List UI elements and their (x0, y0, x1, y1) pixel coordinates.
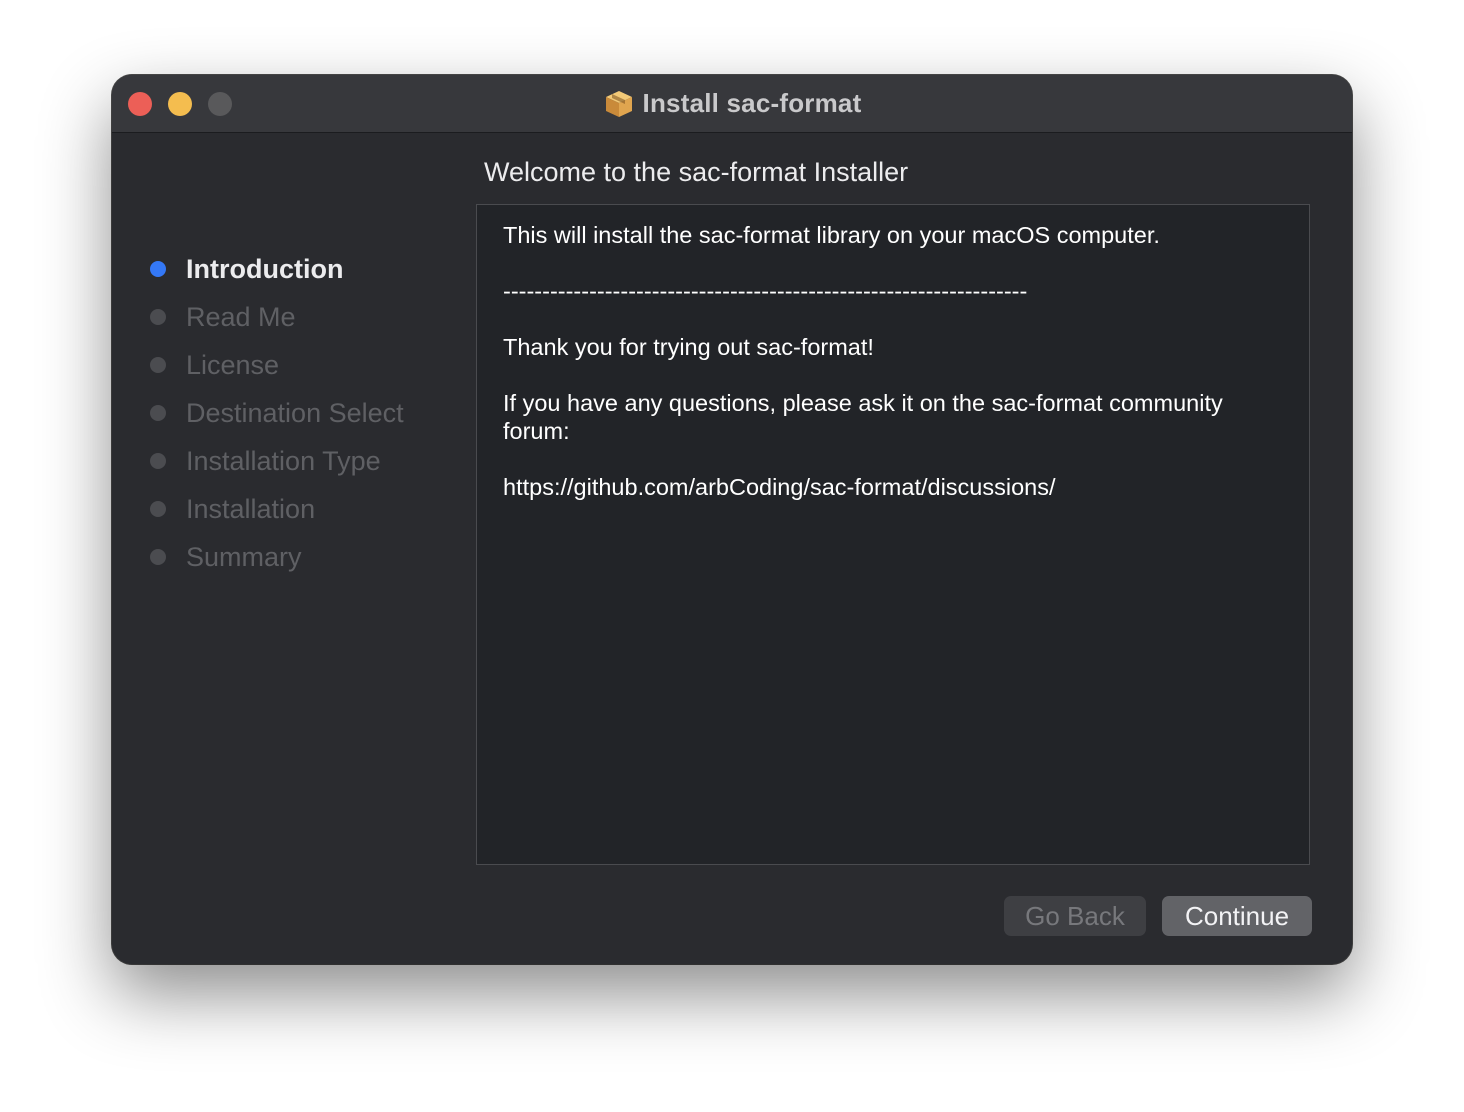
continue-button[interactable]: Continue (1162, 896, 1312, 936)
step-introduction: Introduction (150, 245, 470, 293)
step-label: Summary (186, 541, 302, 572)
step-indicator-dot (150, 261, 166, 277)
introduction-text-view[interactable]: This will install the sac-format library… (476, 204, 1310, 865)
step-installation-type: Installation Type (150, 437, 470, 485)
step-label: Destination Select (186, 397, 404, 428)
step-label: Introduction (186, 253, 344, 284)
step-summary: Summary (150, 533, 470, 581)
step-read-me: Read Me (150, 293, 470, 341)
forum-link[interactable]: https://github.com/arbCoding/sac-format/… (503, 473, 1283, 501)
step-label: Installation Type (186, 445, 381, 476)
step-label: Installation (186, 493, 316, 524)
step-destination-select: Destination Select (150, 389, 470, 437)
intro-paragraph: This will install the sac-format library… (503, 222, 1160, 248)
separator-line: ----------------------------------------… (503, 278, 1028, 304)
step-indicator-dot (150, 309, 166, 325)
title-bar[interactable]: Install sac-format (112, 75, 1352, 133)
package-icon (605, 90, 632, 117)
step-label: Read Me (186, 301, 296, 332)
step-indicator-dot (150, 357, 166, 373)
step-license: License (150, 341, 470, 389)
window-title-group: Install sac-format (112, 75, 1352, 132)
step-label: License (186, 349, 280, 380)
step-installation: Installation (150, 485, 470, 533)
window-title: Install sac-format (642, 88, 862, 118)
go-back-button[interactable]: Go Back (1004, 896, 1146, 936)
step-indicator-dot (150, 405, 166, 421)
step-indicator-dot (150, 549, 166, 565)
step-indicator-dot (150, 453, 166, 469)
step-indicator-dot (150, 501, 166, 517)
page-heading: Welcome to the sac-format Installer (484, 157, 909, 187)
thanks-paragraph: Thank you for trying out sac-format! (503, 334, 874, 360)
installer-window: Install sac-format Introduction Read Me … (112, 75, 1352, 964)
questions-paragraph: If you have any questions, please ask it… (503, 390, 1223, 444)
installer-steps-sidebar: Introduction Read Me License Destination… (150, 245, 470, 581)
